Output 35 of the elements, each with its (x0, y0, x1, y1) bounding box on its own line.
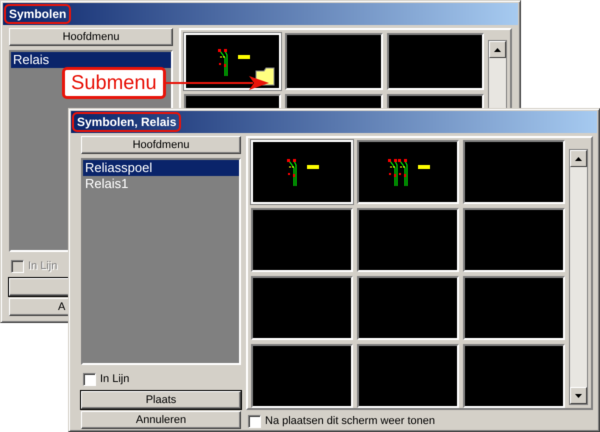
symbol-tile[interactable] (251, 276, 353, 340)
cancel-button[interactable]: Annuleren (81, 411, 241, 429)
list-item[interactable]: Reliasspoel (83, 160, 239, 176)
place-button[interactable]: Plaats (81, 391, 241, 409)
symbol-tile[interactable] (251, 208, 353, 272)
checkbox[interactable] (83, 372, 96, 386)
checkbox-label: In Lijn (28, 260, 58, 272)
list-item[interactable]: Relais1 (83, 176, 239, 192)
scrollbar[interactable] (569, 149, 588, 405)
symbol-tile[interactable] (357, 344, 459, 408)
callout-label: Submenu (62, 67, 166, 99)
symbol-tile[interactable] (463, 344, 565, 408)
symbol-tile[interactable] (463, 140, 565, 204)
symbol-tile[interactable] (251, 344, 353, 408)
window-title: Symbolen (6, 6, 70, 22)
up-arrow-icon (494, 48, 501, 52)
symbol-tile[interactable] (357, 140, 459, 204)
scroll-down-button[interactable] (570, 387, 587, 404)
symbol-tile[interactable] (463, 208, 565, 272)
checkbox-label: Na plaatsen dit scherm weer tonen (265, 415, 435, 427)
scroll-up-button[interactable] (489, 41, 506, 58)
checkbox[interactable] (248, 414, 261, 428)
checkbox-label: In Lijn (100, 373, 130, 385)
symbol-tile[interactable] (386, 33, 484, 90)
main-menu-button[interactable]: Hoofdmenu (81, 136, 241, 154)
scroll-up-button[interactable] (570, 150, 587, 167)
window-title: Symbolen, Relais (74, 114, 180, 130)
symbol-tile[interactable] (357, 276, 459, 340)
symbol-tile[interactable] (285, 33, 383, 90)
list-item[interactable]: Relais (11, 52, 171, 68)
symbol-tile[interactable] (357, 208, 459, 272)
symbol-tile[interactable] (463, 276, 565, 340)
up-arrow-icon (575, 156, 582, 160)
down-arrow-icon (575, 394, 582, 398)
main-menu-button[interactable]: Hoofdmenu (9, 28, 173, 46)
